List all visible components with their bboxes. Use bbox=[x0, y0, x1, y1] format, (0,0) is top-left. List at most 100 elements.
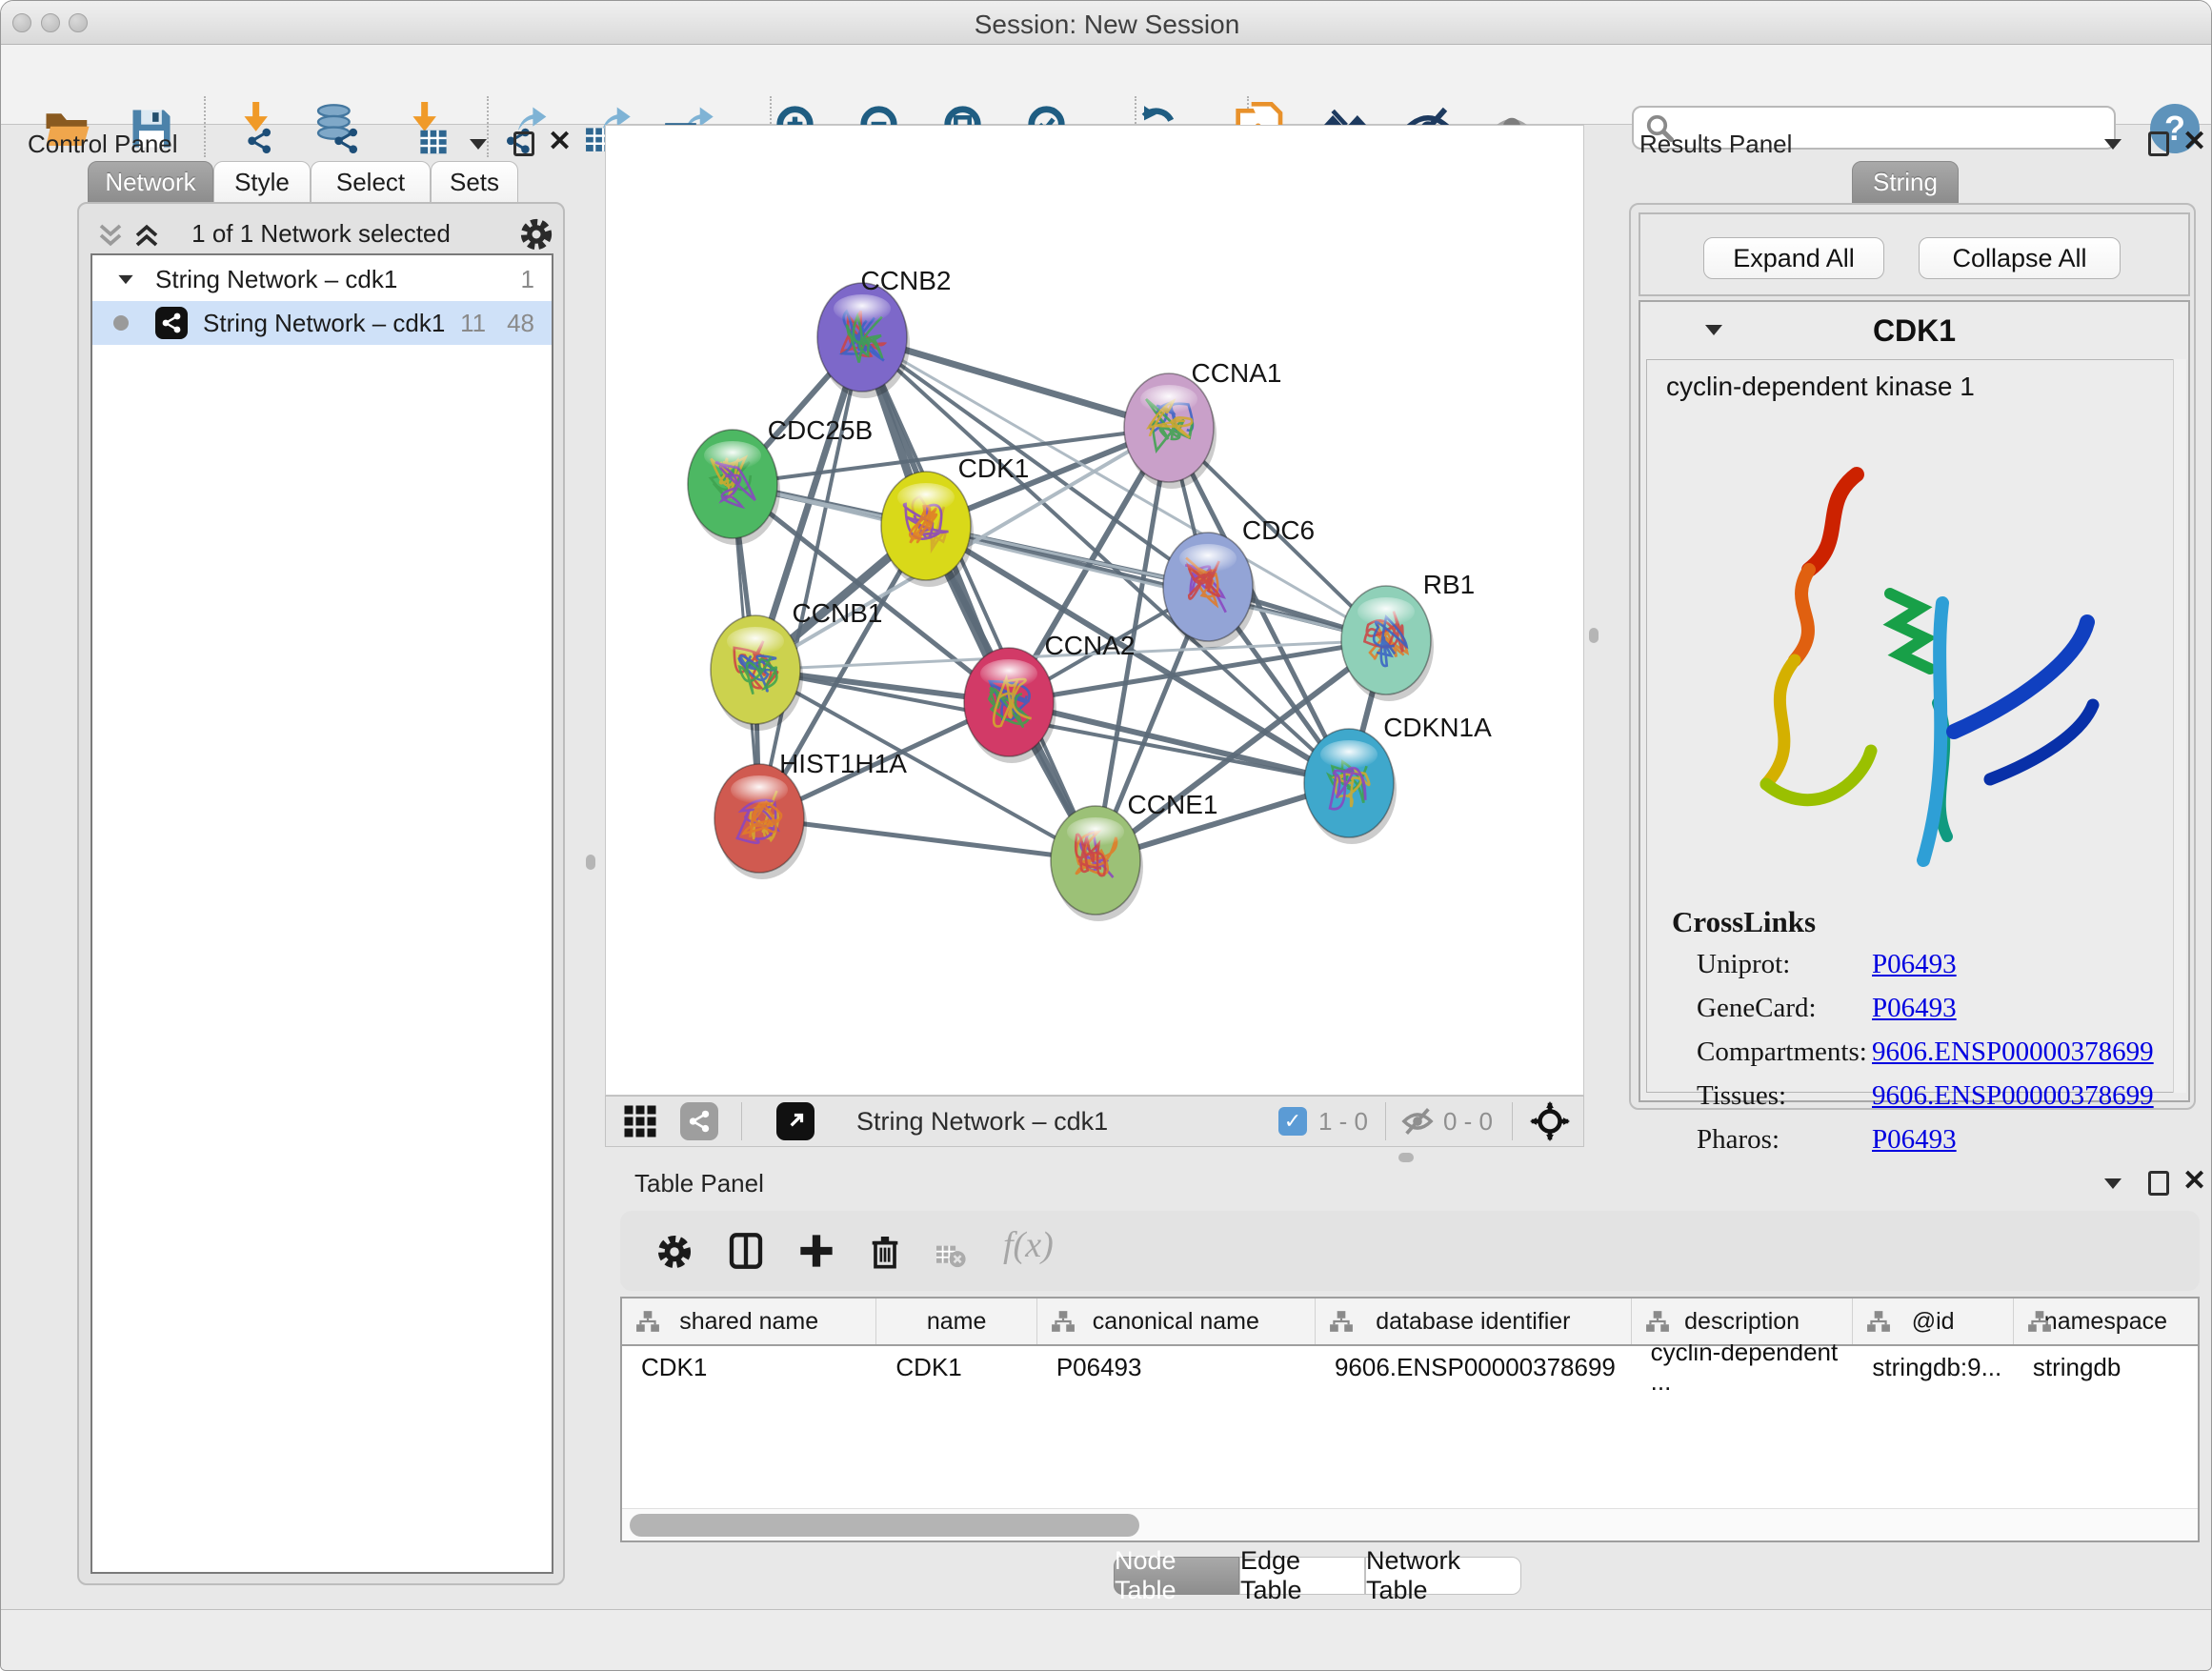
network-node-cdkn1a[interactable]: CDKN1A bbox=[1304, 713, 1492, 844]
column-header[interactable]: namespace bbox=[2014, 1299, 2198, 1344]
tree-expand-icon[interactable] bbox=[118, 274, 132, 283]
network-node-cdc6[interactable]: CDC6 bbox=[1163, 515, 1315, 648]
tab-sets[interactable]: Sets bbox=[431, 161, 518, 203]
table-toolbar: f(x) bbox=[620, 1211, 2200, 1291]
tab-node-table[interactable]: Node Table bbox=[1114, 1557, 1239, 1595]
results-panel: Results Panel ✕ String Expand All Collap… bbox=[1599, 128, 2212, 1165]
pharos-link[interactable]: P06493 bbox=[1872, 1124, 1957, 1156]
panel-float-icon[interactable] bbox=[2148, 1171, 2169, 1196]
status-separator bbox=[1385, 1102, 1386, 1140]
expand-collapse-bar: Expand All Collapse All bbox=[1639, 212, 2190, 296]
table-row[interactable]: CDK1 CDK1 P06493 9606.ENSP00000378699 cy… bbox=[622, 1346, 2198, 1388]
hidden-count: 0 - 0 bbox=[1443, 1107, 1493, 1137]
panel-close-icon[interactable]: ✕ bbox=[548, 130, 572, 154]
column-tree-icon bbox=[1645, 1309, 1670, 1334]
network-tree-row-selected[interactable]: String Network – cdk1 11 48 bbox=[92, 301, 552, 345]
genecard-link[interactable]: P06493 bbox=[1872, 993, 1957, 1024]
panel-menu-icon[interactable] bbox=[470, 139, 487, 150]
edge-count: 48 bbox=[507, 309, 534, 338]
network-edge[interactable] bbox=[862, 337, 1096, 860]
cell-database-identifier[interactable]: 9606.ENSP00000378699 bbox=[1316, 1346, 1632, 1388]
tissues-link[interactable]: 9606.ENSP00000378699 bbox=[1872, 1080, 2154, 1112]
column-header[interactable]: canonical name bbox=[1037, 1299, 1316, 1344]
tab-edge-table[interactable]: Edge Table bbox=[1239, 1557, 1365, 1595]
tab-network-table[interactable]: Network Table bbox=[1365, 1557, 1521, 1595]
panel-float-icon[interactable] bbox=[2148, 131, 2169, 156]
expand-all-button[interactable]: Expand All bbox=[1703, 237, 1884, 279]
network-node-ccne1[interactable]: CCNE1 bbox=[1051, 790, 1217, 921]
node-label: CCNA2 bbox=[1045, 631, 1136, 660]
table-panel-title: Table Panel bbox=[634, 1169, 764, 1198]
panel-menu-icon[interactable] bbox=[2104, 1178, 2122, 1189]
collapse-all-button[interactable]: Collapse All bbox=[1919, 237, 2121, 279]
tab-network[interactable]: Network bbox=[88, 161, 213, 203]
crosslink-label: Compartments: bbox=[1697, 1037, 1867, 1068]
network-canvas[interactable]: CCNB2CCNA1CDC25BCDK1CDC6RB1CCNB1CCNA2CDK… bbox=[605, 125, 1584, 1096]
delete-column-trash-icon[interactable] bbox=[866, 1232, 904, 1270]
node-label: CCNB2 bbox=[861, 266, 952, 295]
node-table: shared name name canonical name database… bbox=[620, 1297, 2200, 1542]
panel-close-icon[interactable]: ✕ bbox=[2182, 130, 2206, 154]
cell-shared-name[interactable]: CDK1 bbox=[622, 1346, 876, 1388]
birds-eye-crosshair-icon[interactable] bbox=[1530, 1101, 1570, 1141]
hidden-eye-slash-icon[interactable] bbox=[1401, 1105, 1434, 1137]
node-label: CCNE1 bbox=[1128, 790, 1218, 819]
network-node-hist1h1a[interactable]: HIST1H1A bbox=[714, 749, 907, 879]
panel-close-icon[interactable]: ✕ bbox=[2182, 1169, 2206, 1194]
show-columns-icon[interactable] bbox=[727, 1232, 765, 1270]
table-hscrollbar[interactable] bbox=[622, 1508, 2198, 1540]
string-network-icon bbox=[155, 307, 188, 339]
column-header[interactable]: name bbox=[876, 1299, 1036, 1344]
hscrollbar-thumb[interactable] bbox=[630, 1514, 1139, 1537]
network-node-cdc25b[interactable]: CDC25B bbox=[688, 415, 873, 545]
cell-id[interactable]: stringdb:9... bbox=[1853, 1346, 2013, 1388]
node-label: CDC6 bbox=[1242, 515, 1315, 545]
add-column-icon[interactable] bbox=[797, 1232, 835, 1270]
node-label: CDC25B bbox=[768, 415, 873, 445]
table-gear-icon[interactable] bbox=[656, 1234, 693, 1270]
column-label: name bbox=[927, 1308, 987, 1336]
table-header-row: shared name name canonical name database… bbox=[622, 1299, 2198, 1346]
delete-table-icon bbox=[935, 1238, 967, 1270]
splitter-handle[interactable] bbox=[1589, 628, 1599, 643]
panel-menu-icon[interactable] bbox=[2104, 139, 2122, 150]
selected-checkbox-icon[interactable]: ✓ bbox=[1278, 1107, 1307, 1136]
column-header[interactable]: shared name bbox=[622, 1299, 876, 1344]
column-header[interactable]: description bbox=[1632, 1299, 1854, 1344]
splitter-handle[interactable] bbox=[1398, 1153, 1414, 1162]
function-builder-icon: f(x) bbox=[1003, 1224, 1054, 1266]
network-tree-root-row[interactable]: String Network – cdk1 1 bbox=[92, 257, 552, 301]
network-node-ccna1[interactable]: CCNA1 bbox=[1124, 358, 1281, 489]
column-label: namespace bbox=[2044, 1308, 2167, 1336]
column-label: shared name bbox=[679, 1308, 818, 1336]
network-edge[interactable] bbox=[759, 818, 1096, 860]
cell-canonical-name[interactable]: P06493 bbox=[1037, 1346, 1316, 1388]
gear-icon[interactable] bbox=[519, 217, 553, 252]
network-edge[interactable] bbox=[759, 337, 862, 818]
splitter-handle[interactable] bbox=[586, 855, 595, 870]
node-label: RB1 bbox=[1423, 570, 1475, 599]
panel-float-icon[interactable] bbox=[513, 131, 534, 156]
control-panel: Control Panel ✕ Network Style Select Set… bbox=[7, 128, 578, 1592]
open-in-new-window-icon[interactable] bbox=[776, 1102, 814, 1140]
grid-view-icon[interactable] bbox=[623, 1104, 657, 1138]
network-status-dot bbox=[113, 315, 129, 331]
protein-structure-image bbox=[1704, 436, 2114, 884]
results-scrollbar[interactable] bbox=[2173, 359, 2186, 1093]
compartments-link[interactable]: 9606.ENSP00000378699 bbox=[1872, 1037, 2154, 1068]
uniprot-link[interactable]: P06493 bbox=[1872, 949, 1957, 980]
column-header[interactable]: @id bbox=[1853, 1299, 2013, 1344]
tab-select[interactable]: Select bbox=[311, 161, 431, 203]
network-node-cdk1[interactable]: CDK1 bbox=[881, 453, 1029, 587]
status-separator bbox=[1512, 1102, 1513, 1140]
node-edge-selection-count: 1 - 0 bbox=[1318, 1107, 1368, 1137]
column-header[interactable]: database identifier bbox=[1316, 1299, 1632, 1344]
tab-style[interactable]: Style bbox=[213, 161, 311, 203]
string-view-icon[interactable] bbox=[680, 1102, 718, 1140]
cell-name[interactable]: CDK1 bbox=[876, 1346, 1036, 1388]
cell-namespace[interactable]: stringdb bbox=[2014, 1346, 2198, 1388]
column-label: canonical name bbox=[1093, 1308, 1259, 1336]
tab-string-results[interactable]: String bbox=[1852, 161, 1959, 203]
cell-description[interactable]: cyclin-dependent ... bbox=[1632, 1346, 1854, 1388]
network-node-rb1[interactable]: RB1 bbox=[1341, 570, 1475, 701]
